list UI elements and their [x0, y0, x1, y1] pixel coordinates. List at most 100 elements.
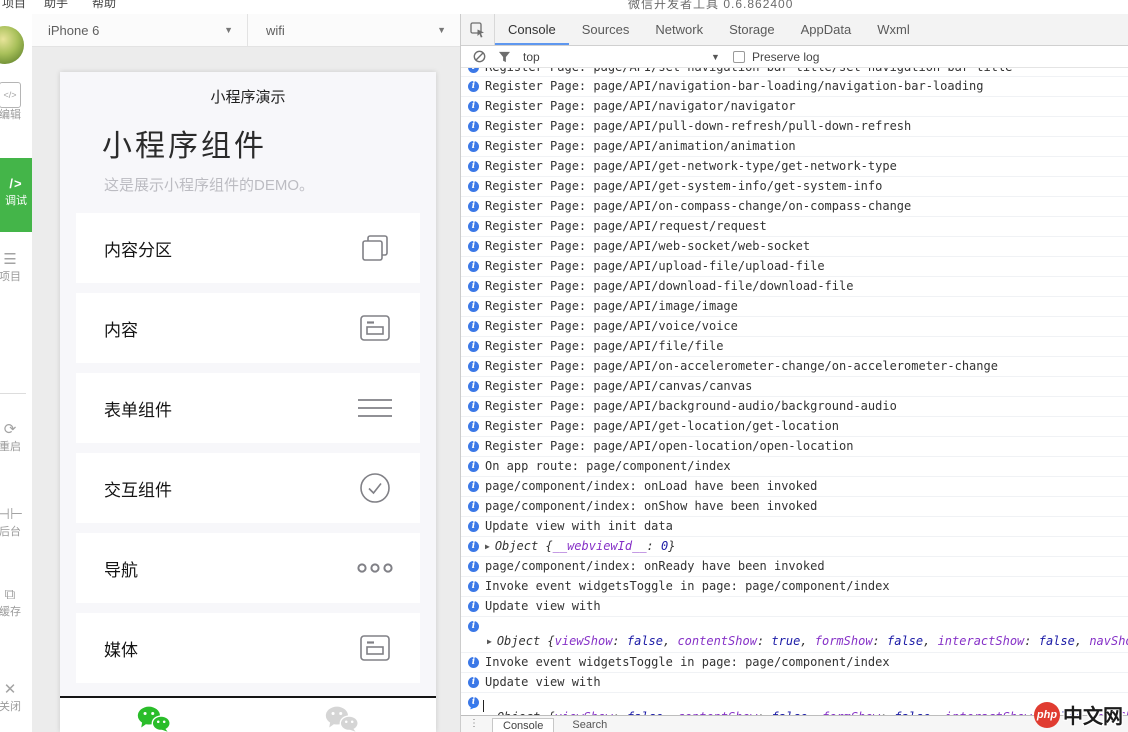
expand-triangle-icon[interactable]: ▶: [485, 542, 490, 551]
watermark: php 中文网: [1034, 700, 1123, 729]
wechat-logo-icon: [325, 705, 359, 732]
form-lines-icon: [356, 391, 394, 425]
miniapp-nav-title: 小程序演示: [60, 72, 436, 107]
info-icon: i: [468, 401, 479, 412]
console-log-text: Update view with: [485, 599, 601, 613]
project-list-icon: ☰: [0, 250, 32, 270]
console-log-row: iRegister Page: page/API/get-network-typ…: [461, 157, 1128, 177]
component-menu-list: 内容分区 内容: [76, 213, 420, 693]
console-log-text: page/component/index: onLoad have been i…: [485, 479, 817, 493]
left-toolbar: </> 编辑 /> 调试 ☰ 项目 ⟳ 重启 ⊣⊢ 后台 ⧉ 缓存 ✕ 关闭: [0, 14, 32, 732]
console-log-text: page/component/index: onShow have been i…: [485, 499, 817, 513]
console-log-text: Invoke event widgetsToggle in page: page…: [485, 655, 890, 669]
object-preview[interactable]: Object {viewShow: false, contentShow: tr…: [497, 634, 1128, 648]
console-log-text: Register Page: page/API/file/file: [485, 339, 723, 353]
info-icon: i: [468, 121, 479, 132]
console-prompt-area[interactable]: >: [461, 697, 1128, 715]
sidebar-item-backend[interactable]: ⊣⊢ 后台: [0, 505, 32, 539]
avatar[interactable]: [0, 26, 24, 64]
sidebar-item-cache[interactable]: ⧉ 缓存: [0, 585, 32, 619]
sidebar-item-restart[interactable]: ⟳ 重启: [0, 420, 32, 454]
sidebar-item-close[interactable]: ✕ 关闭: [0, 680, 32, 714]
console-log-row: iRegister Page: page/API/navigator/navig…: [461, 97, 1128, 117]
info-icon: i: [468, 421, 479, 432]
drawer-tab-console[interactable]: Console: [492, 718, 554, 732]
funnel-icon: [498, 51, 511, 63]
execution-context-select[interactable]: top: [523, 50, 540, 64]
console-log-text: Register Page: page/API/image/image: [485, 299, 738, 313]
sidebar-item-edit[interactable]: </> 编辑: [0, 82, 32, 122]
filter-button[interactable]: [498, 51, 511, 63]
sidebar-item-debug[interactable]: /> 调试: [0, 158, 32, 232]
sidebar-divider: [0, 393, 26, 394]
console-log-row: iInvoke event widgetsToggle in page: pag…: [461, 653, 1128, 673]
console-log-row: i Update view with init data: [461, 517, 1128, 537]
console-log-row: iRegister Page: page/API/file/file: [461, 337, 1128, 357]
tabbar-tab-component[interactable]: [60, 698, 248, 732]
inspect-element-button[interactable]: [461, 14, 495, 45]
console-log-row: iRegister Page: page/API/image/image: [461, 297, 1128, 317]
console-log-row: iRegister Page: page/API/download-file/d…: [461, 277, 1128, 297]
console-log-row: iRegister Page: page/API/get-location/ge…: [461, 417, 1128, 437]
info-icon: i: [468, 441, 479, 452]
menu-item-media[interactable]: 媒体: [76, 613, 420, 683]
preserve-log-checkbox[interactable]: [733, 51, 745, 63]
devtools-panel: Console Sources Network Storage AppData …: [460, 14, 1128, 732]
info-icon: i: [468, 521, 479, 532]
watermark-text: 中文网: [1063, 700, 1123, 729]
console-log-text: Update view with init data: [485, 519, 673, 533]
tab-wxml[interactable]: Wxml: [864, 14, 923, 45]
menubar-item[interactable]: 助手: [44, 0, 68, 11]
tab-storage[interactable]: Storage: [716, 14, 788, 45]
console-log-row: iRegister Page: page/API/set-navigation-…: [461, 68, 1128, 77]
menu-item-interact[interactable]: 交互组件: [76, 453, 420, 523]
info-icon: i: [468, 161, 479, 172]
expand-triangle-icon[interactable]: ▶: [487, 637, 492, 646]
info-icon: i: [468, 561, 479, 572]
console-log-row: iRegister Page: page/API/request/request: [461, 217, 1128, 237]
code-edit-icon: </>: [0, 82, 32, 108]
info-icon: i: [468, 361, 479, 372]
drawer-menu-icon[interactable]: ⋮: [469, 718, 478, 729]
menu-item-form[interactable]: 表单组件: [76, 373, 420, 443]
clear-console-button[interactable]: [473, 50, 486, 63]
console-log-row: iRegister Page: page/API/web-socket/web-…: [461, 237, 1128, 257]
console-log-text: Register Page: page/API/animation/animat…: [485, 139, 796, 153]
menu-item-content[interactable]: 内容: [76, 293, 420, 363]
info-icon: i: [468, 541, 479, 552]
tab-network[interactable]: Network: [642, 14, 716, 45]
drawer-tab-search[interactable]: Search: [568, 718, 611, 732]
inspect-cursor-icon: [470, 22, 486, 38]
three-dots-icon: [356, 551, 394, 585]
device-select[interactable]: iPhone 6 ▼: [32, 14, 248, 46]
menu-item-nav[interactable]: 导航: [76, 533, 420, 603]
info-icon: i: [468, 141, 479, 152]
tab-console[interactable]: Console: [495, 14, 569, 45]
miniapp-page-title: 小程序组件: [102, 121, 436, 165]
check-circle-icon: [356, 471, 394, 505]
console-log-row: iRegister Page: page/API/voice/voice: [461, 317, 1128, 337]
tabbar-tab-api[interactable]: [248, 698, 436, 732]
console-toolbar: top ▼ Preserve log: [461, 46, 1128, 68]
console-log-row: iRegister Page: page/API/get-system-info…: [461, 177, 1128, 197]
layers-cache-icon: ⧉: [0, 585, 32, 605]
console-log-text: Update view with: [485, 675, 601, 689]
console-log-row: ipage/component/index: onLoad have been …: [461, 477, 1128, 497]
console-log-row: iUpdate view with: [461, 597, 1128, 617]
block-icon: [473, 50, 486, 63]
info-icon: i: [468, 221, 479, 232]
network-select[interactable]: wifi ▼: [248, 14, 460, 46]
console-log-text: Invoke event widgetsToggle in page: page…: [485, 579, 890, 593]
chevron-down-icon[interactable]: ▼: [711, 52, 720, 62]
tab-sources[interactable]: Sources: [569, 14, 643, 45]
menu-item-view[interactable]: 内容分区: [76, 213, 420, 283]
menubar-item[interactable]: 项目: [2, 0, 26, 11]
console-log-text: Register Page: page/API/open-location/op…: [485, 439, 853, 453]
console-log-row: i ▶ Object {__webviewId__: 0}: [461, 537, 1128, 557]
menubar-item[interactable]: 帮助: [92, 0, 116, 11]
sidebar-item-project[interactable]: ☰ 项目: [0, 250, 32, 284]
object-preview[interactable]: Object {__webviewId__: 0}: [495, 539, 676, 553]
console-log-text: Register Page: page/API/upload-file/uplo…: [485, 259, 825, 273]
console-log-row: iOn app route: page/component/index: [461, 457, 1128, 477]
tab-appdata[interactable]: AppData: [788, 14, 865, 45]
